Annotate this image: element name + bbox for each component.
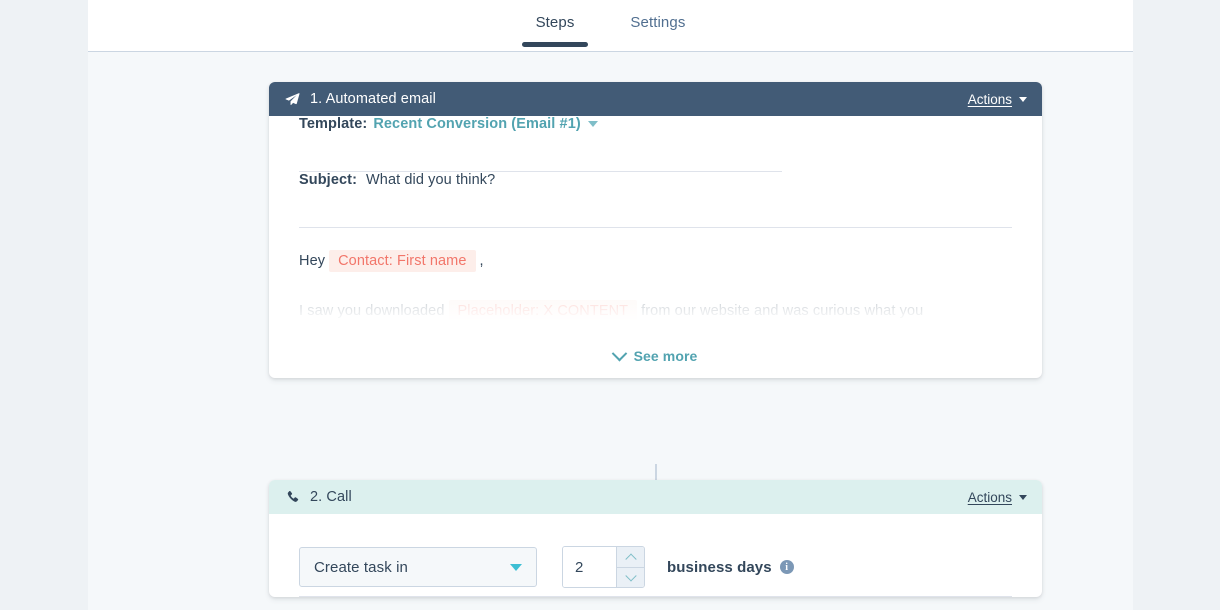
call-actions-menu[interactable]: Actions <box>968 490 1027 505</box>
preview-line-2-text-before: I saw you downloaded <box>299 303 445 319</box>
step-card-automated-email: 1. Automated email Actions Template: Rec… <box>269 82 1042 556</box>
chevron-down-icon <box>611 345 627 361</box>
subject-row: Subject: What did you think? <box>269 172 1042 227</box>
call-card-header: 2. Call Actions <box>269 480 1042 514</box>
phone-icon <box>284 489 301 506</box>
call-card-body: Create task in 2 business days i <box>269 514 1042 597</box>
right-gutter <box>1133 0 1220 610</box>
tab-steps[interactable]: Steps <box>521 14 589 51</box>
preview-line-1: Hey Contact: First name , <box>299 244 1012 278</box>
stepper-buttons <box>616 547 644 587</box>
see-more-button[interactable]: See more <box>269 334 1042 378</box>
active-tab-indicator <box>521 42 589 47</box>
delay-quantity-stepper[interactable]: 2 <box>562 546 645 588</box>
template-label: Template: <box>299 116 368 132</box>
step-card-call: 2. Call Actions Create task in 2 busines… <box>269 480 1042 597</box>
call-form-divider <box>299 596 1012 597</box>
chevron-down-icon <box>587 121 598 128</box>
task-action-select-value: Create task in <box>314 558 408 576</box>
task-action-select[interactable]: Create task in <box>299 547 537 587</box>
personalization-token-first-name: Contact: First name <box>329 250 476 272</box>
preview-line-2-text-after: from our website and was curious what yo… <box>641 303 924 319</box>
see-more-label: See more <box>633 348 698 364</box>
email-card: 1. Automated email Actions Template: Rec… <box>269 82 1042 378</box>
preview-line-2: I saw you downloaded Placeholder: X CONT… <box>299 294 1012 328</box>
delay-unit-group: business days i <box>667 559 794 576</box>
chevron-down-icon <box>624 569 637 582</box>
chevron-down-icon <box>1019 494 1027 500</box>
steps-canvas: 1. Automated email Actions Template: Rec… <box>88 52 1133 610</box>
personalization-token-placeholder-content: Placeholder: X CONTENT <box>448 300 638 322</box>
left-gutter <box>0 0 88 610</box>
tab-bar: Steps Settings <box>88 0 1133 52</box>
call-card: 2. Call Actions Create task in 2 busines… <box>269 480 1042 597</box>
tab-settings[interactable]: Settings <box>620 14 695 51</box>
stepper-decrement-button[interactable] <box>617 567 644 587</box>
template-value: Recent Conversion (Email #1) <box>373 116 581 132</box>
email-body-preview: Hey Contact: First name , I saw you down… <box>269 228 1042 334</box>
paper-plane-icon <box>284 91 301 108</box>
subject-label: Subject: <box>299 172 357 188</box>
email-actions-label: Actions <box>967 91 1012 107</box>
info-icon[interactable]: i <box>779 560 794 574</box>
email-card-title: 1. Automated email <box>310 91 436 107</box>
delay-unit-label: business days <box>667 558 772 576</box>
call-actions-label: Actions <box>967 489 1012 505</box>
call-card-title: 2. Call <box>310 489 352 505</box>
email-card-body: Template: Recent Conversion (Email #1) S… <box>269 116 1042 378</box>
chevron-down-icon <box>1019 96 1027 102</box>
subject-value: What did you think? <box>366 172 496 188</box>
preview-line-1-text-before: Hey <box>299 253 326 269</box>
tab-list: Steps Settings <box>521 0 696 51</box>
tab-steps-label: Steps <box>535 14 575 31</box>
stepper-increment-button[interactable] <box>617 547 644 567</box>
tab-settings-label: Settings <box>630 14 686 31</box>
template-select[interactable]: Recent Conversion (Email #1) <box>373 116 598 132</box>
content-column: Steps Settings 1. Automated email Action… <box>88 0 1133 610</box>
email-card-header: 1. Automated email Actions <box>269 82 1042 116</box>
chevron-up-icon <box>624 553 637 565</box>
delay-quantity-value[interactable]: 2 <box>563 547 616 587</box>
template-row: Template: Recent Conversion (Email #1) <box>269 116 1042 171</box>
call-task-form: Create task in 2 business days i <box>269 514 1042 596</box>
email-actions-menu[interactable]: Actions <box>968 92 1027 107</box>
workflow-editor-screen: Steps Settings 1. Automated email Action… <box>0 0 1220 610</box>
chevron-down-icon <box>510 563 522 571</box>
preview-line-1-text-after: , <box>479 253 484 269</box>
